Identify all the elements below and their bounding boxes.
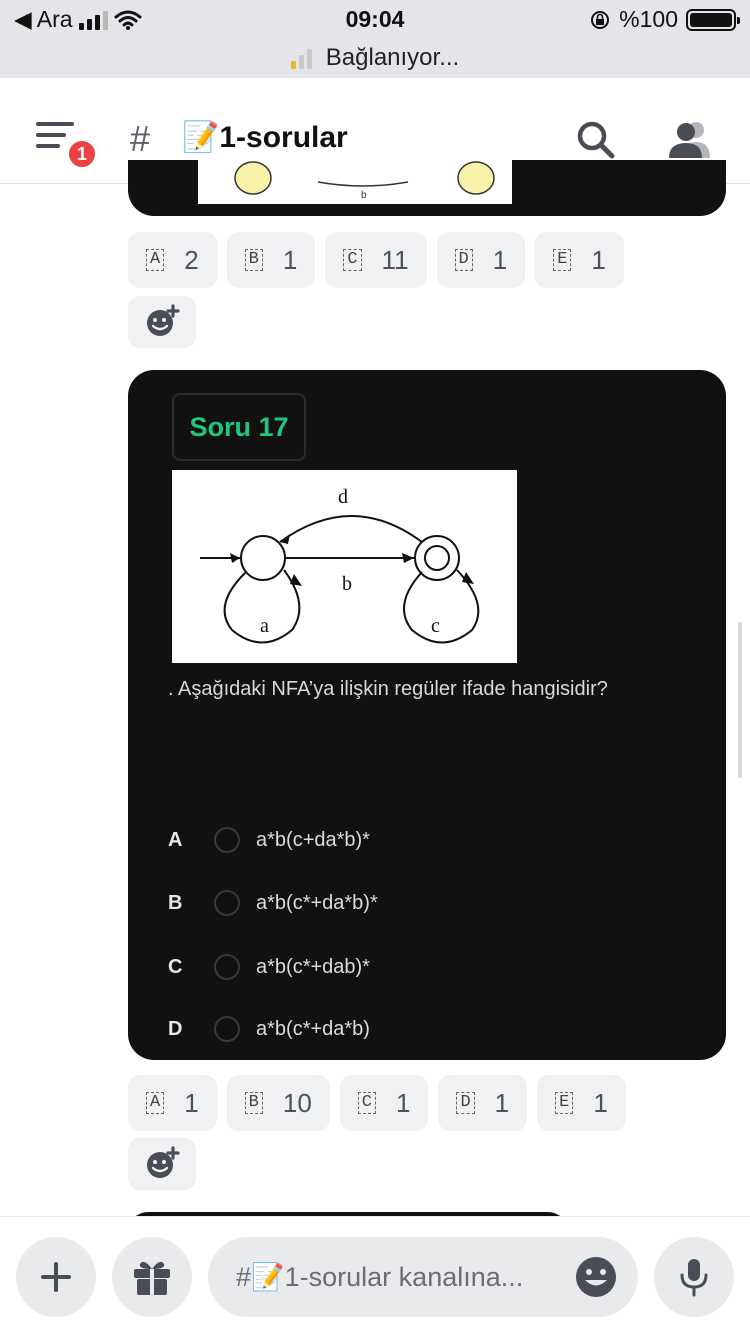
message-input[interactable]: #📝1-sorular kanalına...: [208, 1237, 638, 1317]
option-text: a*b(c+da*b)*: [256, 828, 370, 851]
previous-diagram-label: b: [361, 190, 367, 201]
option-letter: A: [168, 828, 183, 851]
diagram-label-d: d: [338, 486, 348, 508]
radio-button[interactable]: [214, 890, 240, 916]
reaction-c[interactable]: C 11: [325, 232, 427, 288]
add-reaction-icon: [147, 304, 180, 336]
add-reaction-button-bottom[interactable]: [128, 1138, 196, 1190]
diagram-label-b: b: [342, 573, 352, 595]
reaction-e[interactable]: E1: [537, 1075, 626, 1131]
radio-button[interactable]: [214, 954, 240, 980]
message-input-placeholder: #📝1-sorular kanalına...: [236, 1262, 524, 1292]
channel-hash-icon: #: [130, 118, 151, 159]
battery-percent: %100: [619, 6, 678, 32]
notification-badge: 1: [66, 138, 98, 170]
reaction-a[interactable]: A2: [128, 232, 217, 288]
gift-icon: [134, 1261, 170, 1295]
nfa-diagram-image: d b a c: [172, 470, 517, 663]
diagram-label-a: a: [260, 615, 269, 637]
option-text: a*b(c*+da*b)*: [256, 891, 378, 914]
gift-button[interactable]: [112, 1237, 192, 1317]
reaction-d[interactable]: D1: [438, 1075, 528, 1131]
search-icon[interactable]: [574, 118, 618, 162]
orientation-lock-icon: [591, 10, 610, 29]
reaction-b[interactable]: B 10: [226, 1075, 330, 1131]
attach-button[interactable]: [16, 1237, 96, 1317]
previous-diagram: b: [234, 161, 495, 201]
channel-title[interactable]: 📝1-sorular: [182, 120, 348, 155]
reaction-d[interactable]: D1: [436, 232, 526, 288]
members-icon[interactable]: [666, 118, 712, 162]
add-reaction-icon: [147, 1146, 180, 1178]
radio-button[interactable]: [214, 1016, 240, 1042]
diagram-label-c: c: [431, 615, 440, 637]
option-text: a*b(c*+dab)*: [256, 955, 370, 978]
emoji-icon[interactable]: [574, 1255, 618, 1299]
scrollbar[interactable]: [738, 622, 742, 778]
reaction-a[interactable]: A1: [128, 1075, 217, 1131]
reaction-c[interactable]: C1: [339, 1075, 429, 1131]
question-text: . Aşağıdaki NFA’ya ilişkin regüler ifade…: [168, 678, 608, 700]
microphone-icon: [680, 1259, 708, 1297]
status-bar: ◀ Ara 09:04 %100 Bağlanıyor...: [0, 0, 750, 78]
add-reaction-button-top[interactable]: [128, 296, 196, 348]
plus-icon: [41, 1262, 71, 1292]
connecting-text: Bağlanıyor...: [325, 44, 460, 71]
option-letter: C: [168, 955, 183, 978]
question-card[interactable]: Soru 17 d b a c . Aşağıdaki NFA’ya ilişk…: [128, 370, 726, 1060]
message-composer: #📝1-sorular kanalına...: [0, 1216, 750, 1334]
option-text: a*b(c*+da*b): [256, 1017, 370, 1040]
radio-button[interactable]: [214, 827, 240, 853]
reactions-row-bottom: A1 B 10 C1 D1 E1: [128, 1075, 626, 1131]
option-b[interactable]: B a*b(c*+da*b)*: [168, 886, 378, 920]
hamburger-icon: [36, 122, 74, 126]
option-letter: B: [168, 891, 183, 914]
voice-message-button[interactable]: [654, 1237, 734, 1317]
option-d[interactable]: D a*b(c*+da*b): [168, 1012, 370, 1046]
reaction-b[interactable]: B1: [226, 232, 316, 288]
battery-icon: [686, 8, 740, 31]
question-title: Soru 17: [172, 393, 306, 461]
reactions-row-top: A2 B1 C 11 D1 E1: [128, 232, 624, 288]
option-c[interactable]: C a*b(c*+dab)*: [168, 950, 370, 984]
option-a[interactable]: A a*b(c+da*b)*: [168, 823, 370, 857]
reaction-e[interactable]: E1: [535, 232, 624, 288]
connection-status: Bağlanıyor...: [0, 44, 750, 72]
option-letter: D: [168, 1017, 183, 1040]
connecting-signal-icon: [290, 47, 312, 69]
previous-question-image[interactable]: b: [128, 160, 726, 216]
